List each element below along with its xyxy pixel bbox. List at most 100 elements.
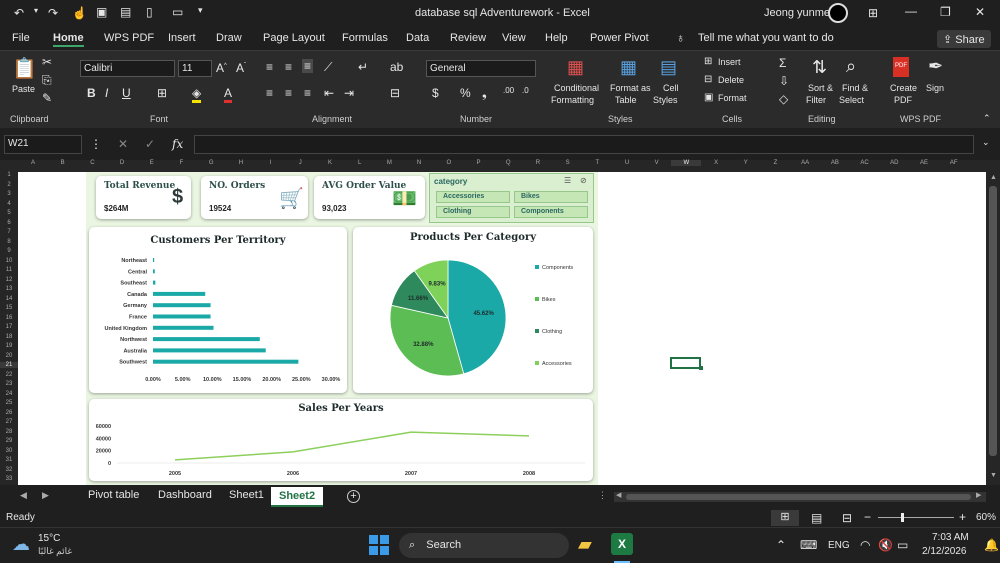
formula-input[interactable] [194, 135, 974, 154]
fill-handle[interactable] [699, 366, 703, 370]
tell-me-search[interactable]: Tell me what you want to do [698, 32, 834, 44]
multi-select-icon[interactable]: ☰ [564, 176, 571, 185]
currency-icon[interactable]: $ [432, 86, 439, 100]
format-painter-icon[interactable]: ✎ [42, 91, 52, 105]
bar[interactable] [153, 325, 214, 330]
prev-sheet-icon[interactable]: ◀ [20, 490, 27, 501]
tray-chevron-icon[interactable]: ⌃ [776, 538, 786, 552]
close-icon[interactable]: ✕ [975, 5, 985, 19]
tab-file[interactable]: File [12, 32, 30, 44]
clock-time[interactable]: 7:03 AM [932, 532, 969, 543]
pdf-label[interactable]: PDF [894, 95, 912, 105]
autosum-icon[interactable]: Σ [779, 56, 786, 70]
column-header[interactable]: J [285, 160, 315, 166]
column-header[interactable]: V [642, 160, 672, 166]
row-header[interactable]: 24 [0, 391, 18, 397]
column-header[interactable]: Q [493, 160, 523, 166]
row-header[interactable]: 30 [0, 448, 18, 454]
select-label[interactable]: Select [839, 95, 864, 105]
column-header[interactable]: AF [939, 160, 969, 166]
column-header[interactable]: B [48, 160, 78, 166]
fill-color-icon[interactable]: ◈ [192, 86, 202, 103]
bar[interactable] [153, 258, 155, 262]
taskbar-search[interactable]: ⌕ Search [399, 533, 569, 558]
sheet-tab-sheet2[interactable]: Sheet2 [271, 487, 324, 507]
column-header[interactable]: F [167, 160, 197, 166]
format-cells-icon[interactable]: ▣ [704, 92, 713, 103]
minimize-icon[interactable]: — [905, 4, 917, 18]
tab-formulas[interactable]: Formulas [342, 32, 388, 44]
row-header[interactable]: 15 [0, 305, 18, 311]
text-direction-icon[interactable]: ab [390, 60, 403, 74]
increase-indent-icon[interactable]: ⇥ [344, 86, 354, 100]
bar[interactable] [153, 269, 155, 274]
column-header[interactable]: W [671, 160, 702, 166]
row-header[interactable]: 12 [0, 277, 18, 283]
sheet-tab-sheet1[interactable]: Sheet1 [221, 489, 272, 501]
column-header[interactable]: X [701, 160, 731, 166]
conditional-label[interactable]: Conditional [554, 83, 599, 93]
bar[interactable] [153, 291, 206, 296]
format-as-table-icon[interactable]: ▦ [620, 57, 637, 78]
selected-cell[interactable] [670, 357, 701, 369]
align-left-icon[interactable]: ≡ [266, 86, 273, 100]
orientation-icon[interactable]: ⟋ [324, 60, 332, 75]
tab-help[interactable]: Help [545, 32, 568, 44]
comma-icon[interactable]: ❟ [482, 86, 487, 101]
row-header[interactable]: 20 [0, 353, 18, 359]
align-middle-icon[interactable]: ≡ [285, 60, 292, 74]
add-sheet-icon[interactable]: + [347, 490, 360, 503]
column-header[interactable]: U [612, 160, 642, 166]
column-header[interactable]: T [582, 160, 612, 166]
column-header[interactable]: H [226, 160, 256, 166]
sales-line[interactable] [174, 431, 530, 461]
fx-icon[interactable]: fx [172, 137, 183, 151]
touch-mode-icon[interactable]: ☝ [72, 6, 87, 20]
create-label[interactable]: Create [890, 83, 917, 93]
bold-icon[interactable]: B [87, 86, 96, 100]
scroll-thumb[interactable] [989, 186, 997, 456]
scroll-right-icon[interactable]: ▶ [976, 491, 981, 499]
ribbon-display-icon[interactable]: ⊞ [868, 6, 878, 20]
row-header[interactable]: 6 [0, 220, 18, 226]
sign-icon[interactable]: ✒ [928, 56, 943, 77]
zoom-slider-thumb[interactable] [900, 513, 904, 522]
scroll-left-icon[interactable]: ◀ [616, 491, 621, 499]
language-indicator[interactable]: ENG [828, 540, 850, 551]
row-header[interactable]: 33 [0, 476, 18, 482]
open-icon[interactable]: ▭ [172, 5, 183, 19]
page-layout-view-icon[interactable]: ▤ [811, 511, 822, 525]
notification-icon[interactable]: 🔔 [984, 538, 999, 552]
row-header[interactable]: 10 [0, 258, 18, 264]
row-header[interactable]: 7 [0, 229, 18, 235]
cell-styles-icon[interactable]: ▤ [660, 57, 677, 78]
format-as-label[interactable]: Format as [610, 83, 651, 93]
decrease-decimal-icon[interactable]: .0 [522, 86, 529, 95]
row-header[interactable]: 22 [0, 372, 18, 378]
format-label[interactable]: Format [718, 93, 747, 103]
wifi-icon[interactable]: ◠ [860, 538, 870, 552]
new-file-icon[interactable]: ▯ [146, 5, 153, 19]
row-header[interactable]: 26 [0, 410, 18, 416]
bar[interactable] [153, 303, 211, 308]
battery-icon[interactable]: ▭ [897, 538, 908, 552]
row-header[interactable]: 5 [0, 210, 18, 216]
sort-filter-icon[interactable]: ⇅ [812, 57, 827, 78]
number-format-box[interactable]: General [426, 60, 536, 77]
quick-print-icon[interactable]: ▤ [120, 5, 131, 19]
column-header[interactable]: O [434, 160, 464, 166]
volume-icon[interactable]: 🔇 [878, 538, 893, 552]
row-header[interactable]: 23 [0, 381, 18, 387]
weather-cloud-icon[interactable]: ☁ [12, 534, 30, 555]
row-header[interactable]: 27 [0, 419, 18, 425]
increase-font-icon[interactable]: A^ [216, 61, 227, 75]
tab-draw[interactable]: Draw [216, 32, 242, 44]
row-header[interactable]: 8 [0, 239, 18, 245]
undo-icon[interactable]: ↶ [14, 6, 24, 20]
zoom-slider[interactable] [878, 517, 954, 518]
merge-center-icon[interactable]: ⊟ [390, 86, 400, 100]
row-header[interactable]: 2 [0, 182, 18, 188]
keyboard-icon[interactable]: ⌨ [800, 538, 817, 552]
horizontal-scrollbar[interactable]: ◀ ▶ [614, 492, 986, 502]
slicer-item-bikes[interactable]: Bikes [514, 191, 588, 203]
